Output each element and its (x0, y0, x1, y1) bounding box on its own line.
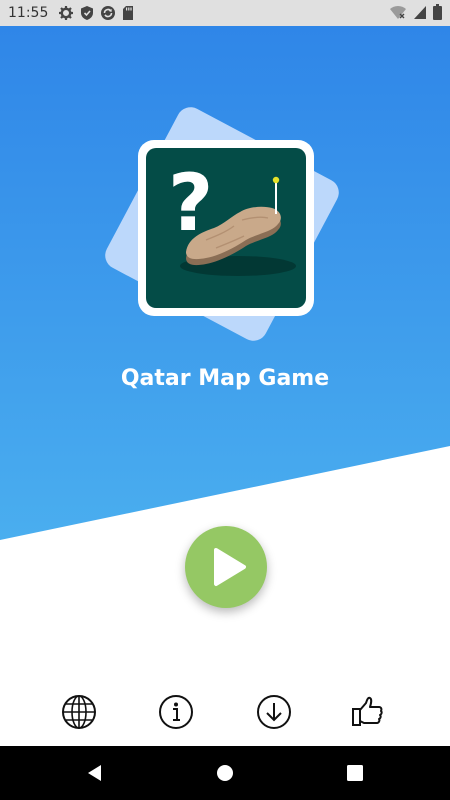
wifi-icon (390, 5, 406, 19)
navigation-bar (0, 746, 450, 800)
play-button[interactable] (185, 526, 267, 608)
like-button[interactable] (350, 694, 386, 730)
settings-icon (59, 6, 74, 20)
globe-icon (62, 695, 96, 729)
status-icons-left (58, 5, 134, 21)
status-time: 11:55 (8, 5, 49, 21)
thumbs-up-icon (352, 696, 383, 726)
back-icon (88, 765, 101, 781)
bottom-toolbar (0, 690, 450, 734)
sync-icon (101, 6, 116, 20)
shield-icon (81, 6, 94, 20)
download-button[interactable] (256, 694, 292, 730)
info-button[interactable] (158, 694, 194, 730)
home-button[interactable] (214, 762, 236, 784)
download-icon (257, 695, 291, 729)
back-button[interactable] (84, 762, 106, 784)
globe-button[interactable] (61, 694, 97, 730)
signal-icon (414, 6, 426, 19)
recents-button[interactable] (344, 762, 366, 784)
app-logo: ? (100, 102, 348, 346)
play-icon (214, 548, 246, 586)
recents-icon (347, 765, 363, 781)
info-icon (159, 695, 193, 729)
sd-card-icon (123, 6, 134, 20)
qatar-map-question-icon: ? (168, 159, 296, 276)
home-icon (217, 765, 233, 781)
logo-frame: ? (138, 140, 314, 316)
status-bar: 11:55 (0, 0, 450, 26)
app-screen: 11:55 ? Qatar Map Game (0, 0, 450, 800)
status-icons-right (389, 4, 442, 20)
battery-icon (433, 4, 442, 20)
app-title: Qatar Map Game (120, 366, 330, 391)
logo-inner: ? (146, 148, 306, 308)
